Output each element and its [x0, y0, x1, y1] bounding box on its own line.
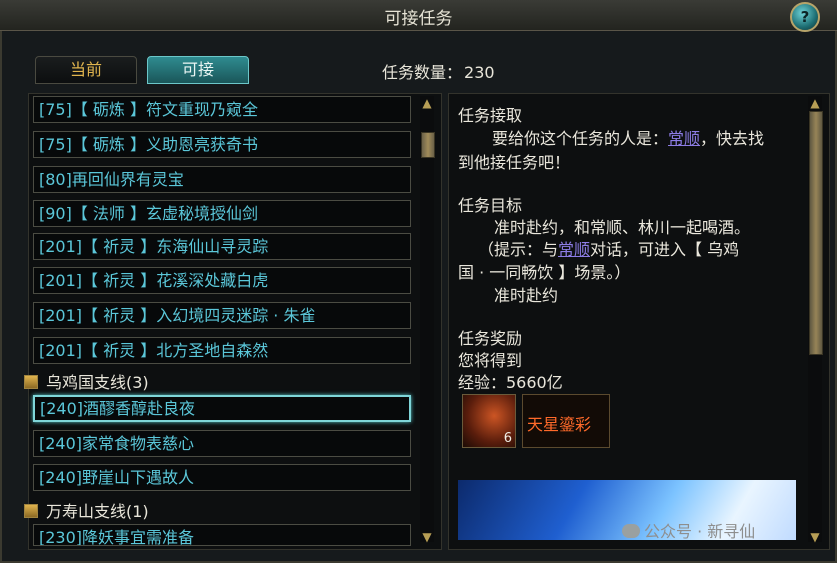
receive-line: 要给你这个任务的人是：常顺，快去找	[492, 125, 764, 149]
goal-line-4: 准时赴约	[494, 286, 559, 305]
watermark-text: 公众号 · 新寻仙	[644, 522, 756, 541]
list-item[interactable]: [80]再回仙界有灵宝	[33, 166, 411, 193]
list-item[interactable]: [201]【 祈灵 】东海仙山寻灵踪	[33, 233, 411, 260]
task-count: 任务数量： 230	[380, 59, 495, 83]
list-item[interactable]: [230]降妖事宜需准备	[33, 524, 411, 546]
scroll-down-icon[interactable]: ▼	[420, 530, 434, 544]
receive-text-post: ，快去找	[700, 129, 765, 148]
scroll-up-icon[interactable]: ▲	[420, 96, 434, 110]
list-item[interactable]: [240]野崖山下遇故人	[33, 464, 411, 491]
group-wanshou[interactable]: 万寿山支线(1)	[24, 498, 149, 522]
list-item[interactable]: [201]【 祈灵 】入幻境四灵迷踪 · 朱雀	[33, 302, 411, 329]
list-item-selected[interactable]: [240]酒醪香醇赴良夜	[33, 395, 411, 422]
list-item[interactable]: [75]【 砺炼 】义助恩亮获奇书	[33, 131, 411, 158]
list-scrollbar[interactable]	[420, 96, 434, 542]
npc-link-hint[interactable]: 常顺	[558, 240, 590, 259]
help-icon[interactable]: ?	[790, 2, 820, 32]
list-item[interactable]: [90]【 法师 】玄虚秘境授仙剑	[33, 200, 411, 227]
goal-line-3: 国 · 一同畅饮 】场景。）	[458, 263, 631, 282]
reward-item-qty: 6	[503, 431, 512, 446]
detail-scroll-thumb[interactable]	[809, 111, 823, 355]
tab-available[interactable]: 可接	[147, 56, 249, 84]
task-count-label: 任务数量：	[382, 63, 463, 82]
group-label: 乌鸡国支线(3)	[46, 373, 149, 392]
goal-line-1: 准时赴约，和常顺、林川一起喝酒。	[494, 218, 751, 237]
reward-item-icon[interactable]: 6	[462, 394, 516, 448]
task-count-value: 230	[464, 63, 495, 82]
list-item[interactable]: [75]【 砺炼 】符文重现乃窥全	[33, 96, 411, 123]
window-title: 可接任务	[384, 9, 453, 29]
list-item[interactable]: [240]家常食物表慈心	[33, 430, 411, 457]
reward-heading: 任务奖励	[458, 329, 523, 348]
wechat-icon	[622, 524, 640, 538]
reward-item-name: 天星鎏彩	[527, 415, 592, 434]
npc-link[interactable]: 常顺	[668, 129, 700, 148]
collapse-icon[interactable]	[24, 504, 38, 518]
title-bar: 可接任务	[0, 0, 837, 31]
list-item[interactable]: [201]【 祈灵 】花溪深处藏白虎	[33, 267, 411, 294]
group-label: 万寿山支线(1)	[46, 502, 149, 521]
detail-scroll-up-icon[interactable]: ▲	[808, 96, 822, 110]
tab-current[interactable]: 当前	[35, 56, 137, 84]
reward-exp: 经验：5660亿	[458, 373, 563, 392]
goal-hint-post: 对话，可进入【 乌鸡	[590, 240, 740, 259]
watermark: 公众号 · 新寻仙	[622, 518, 755, 542]
receive-text: 要给你这个任务的人是：	[492, 129, 669, 148]
list-scroll-thumb[interactable]	[421, 132, 435, 158]
collapse-icon[interactable]	[24, 375, 38, 389]
goal-heading: 任务目标	[458, 196, 523, 215]
goal-hint-pre: （提示：与	[478, 240, 559, 259]
goal-line-2: （提示：与常顺对话，可进入【 乌鸡	[478, 236, 739, 260]
receive-line-2: 到他接任务吧！	[458, 153, 571, 172]
list-item[interactable]: [201]【 祈灵 】北方圣地自森然	[33, 337, 411, 364]
reward-you-get: 您将得到	[458, 351, 523, 370]
detail-scroll-down-icon[interactable]: ▼	[808, 530, 822, 544]
group-wuji[interactable]: 乌鸡国支线(3)	[24, 369, 149, 393]
receive-heading: 任务接取	[458, 106, 523, 125]
